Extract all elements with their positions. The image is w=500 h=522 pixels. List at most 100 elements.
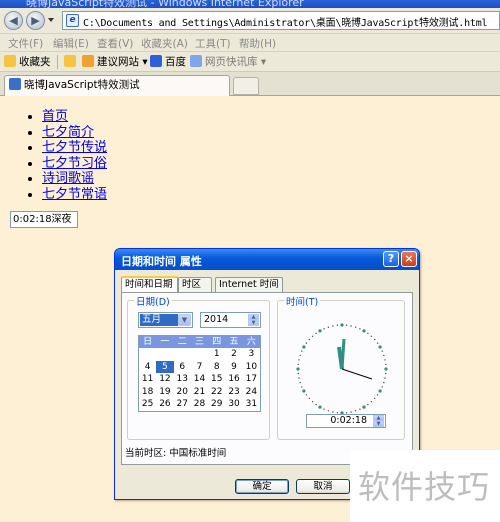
month-select[interactable]: 五月 ▼ [138,312,193,328]
link-home[interactable]: 首页 [42,109,68,124]
clock-tick [327,326,330,328]
chevron-down-icon[interactable]: ▼ [178,314,191,326]
tab-current[interactable]: 晓博JavaScript特效测试 [4,75,230,96]
calendar-day[interactable]: 26 [156,398,173,411]
calendar-day[interactable]: 21 [191,386,208,399]
tab-date-time[interactable]: 时间和日期 [121,276,178,292]
clock-tick [302,389,306,393]
calendar-day[interactable]: 4 [139,361,156,374]
menu-help[interactable]: 帮助(H) [239,36,276,51]
calendar-day[interactable]: 1 [208,348,225,361]
clock-tick [354,410,357,412]
ie-page-icon: e [66,14,79,27]
suggested-sites-link[interactable]: 建议网站 ▾ [82,54,148,70]
calendar-day[interactable]: 2 [225,348,242,361]
clock-tick [370,335,373,337]
menu-tools[interactable]: 工具(T) [195,36,231,51]
calendar-day[interactable]: 12 [156,373,173,386]
weekday-label: 日 [143,337,153,347]
calendar-day[interactable]: 17 [243,373,260,386]
clock-tick [362,329,366,333]
menu-file[interactable]: 文件(F) [8,36,43,51]
date-group: 日期(D) 五月 ▼ 2014 ▲ ▼ 日 一 二 三 四 五 六 1 2 3 … [127,294,270,440]
clock-tick [376,342,379,344]
link-phrases[interactable]: 七夕节常语 [42,187,107,202]
calendar-day[interactable]: 8 [208,361,225,374]
calendar-day[interactable]: 28 [191,398,208,411]
tab-timezone[interactable]: 时区 [178,277,212,292]
link-poems[interactable]: 诗词歌谣 [42,171,94,186]
calendar-day[interactable]: 3 [243,348,260,361]
clock-tick [299,354,301,357]
address-text[interactable]: C:\Documents and Settings\Administrator\… [83,14,488,29]
calendar-day[interactable]: 29 [208,398,225,411]
calendar-day[interactable]: 24 [243,386,260,399]
calendar-day[interactable]: 13 [174,373,191,386]
dialog-title-bar[interactable]: 日期和时间 属性 ? × [115,249,419,270]
spin-down-icon[interactable]: ▼ [248,320,259,326]
forward-icon[interactable]: ▶ [26,11,45,30]
clock-tick [315,403,317,406]
clock-tick [302,345,306,349]
menu-view[interactable]: 查看(V) [97,36,133,51]
calendar-day[interactable]: 6 [174,361,191,374]
calendar-day[interactable]: 25 [139,398,156,411]
cancel-button[interactable]: 取消 [296,479,350,494]
calendar-day[interactable]: 23 [225,386,242,399]
history-dropdown-icon[interactable] [48,18,54,22]
tab-bar: 晓博JavaScript特效测试 [0,72,500,96]
new-tab-button[interactable] [233,77,259,95]
calendar-day[interactable]: 30 [225,398,242,411]
spin-down-icon[interactable]: ▼ [373,421,384,427]
web-slice-gallery-link[interactable]: 网页快讯库 ▾ [190,54,266,70]
weekday-label: 三 [194,337,204,347]
clock-tick [315,332,317,335]
calendar-day[interactable]: 5 [156,360,174,373]
link-customs[interactable]: 七夕节习俗 [42,156,107,171]
calendar-day[interactable]: 22 [208,386,225,399]
calendar-day[interactable]: 19 [156,386,173,399]
menu-edit[interactable]: 编辑(E) [53,36,89,51]
clock-tick [385,363,387,366]
year-spinner[interactable]: 2014 ▲ ▼ [200,312,261,328]
baidu-link[interactable]: 百度 [150,54,186,70]
calendar-day[interactable]: 7 [191,361,208,374]
weekday-label: 五 [229,337,239,347]
calendar-day[interactable]: 18 [139,386,156,399]
calendar-day[interactable]: 14 [191,373,208,386]
calendar-grid: 日 一 二 三 四 五 六 1 2 3 4 5 6 7 8 9 10 11 12 13 14 15 16 17 1… [138,335,261,412]
link-intro[interactable]: 七夕简介 [42,125,94,140]
favorites-button[interactable]: 收藏夹 [4,54,51,70]
calendar-day[interactable]: 11 [139,373,156,386]
ok-button[interactable]: 确定 [235,479,289,494]
back-icon[interactable]: ◀ [4,11,23,30]
link-legend[interactable]: 七夕节传说 [42,140,107,155]
analog-clock [296,323,388,415]
menu-favorites[interactable]: 收藏夹(A) [141,36,188,51]
calendar-day[interactable]: 31 [243,398,260,411]
calendar-row: 11 12 13 14 15 16 17 [139,373,260,386]
clock-tick [381,386,383,388]
tab-internet-time[interactable]: Internet 时间 [215,277,283,292]
clock-tick [381,350,383,352]
help-button[interactable]: ? [383,251,399,267]
calendar-day[interactable]: 9 [225,361,242,374]
address-toolbar: ◀ ▶ e C:\Documents and Settings\Administ… [0,8,500,34]
add-favorite-button[interactable] [64,54,79,70]
month-value: 五月 [140,314,178,326]
time-spinner[interactable]: 0:02:18 ▲ ▼ [306,414,386,428]
calendar-row: 18 19 20 21 22 23 24 [139,386,260,399]
window-title: 晓博JavaScript特效测试 - Windows Internet Expl… [26,0,304,8]
close-button[interactable]: × [401,251,417,267]
clock-tick [384,367,388,371]
time-display-field[interactable]: 0:02:18深夜 [10,211,78,228]
calendar-day[interactable]: 10 [243,361,260,374]
clock-tick [383,354,385,357]
clock-tick [332,411,334,413]
address-field[interactable]: e C:\Documents and Settings\Administrato… [62,11,500,30]
calendar-day[interactable]: 16 [225,373,242,386]
watermark-logo: 软件技巧 [350,450,500,522]
calendar-day[interactable]: 27 [174,398,191,411]
calendar-day[interactable]: 20 [174,386,191,399]
calendar-day[interactable]: 15 [208,373,225,386]
